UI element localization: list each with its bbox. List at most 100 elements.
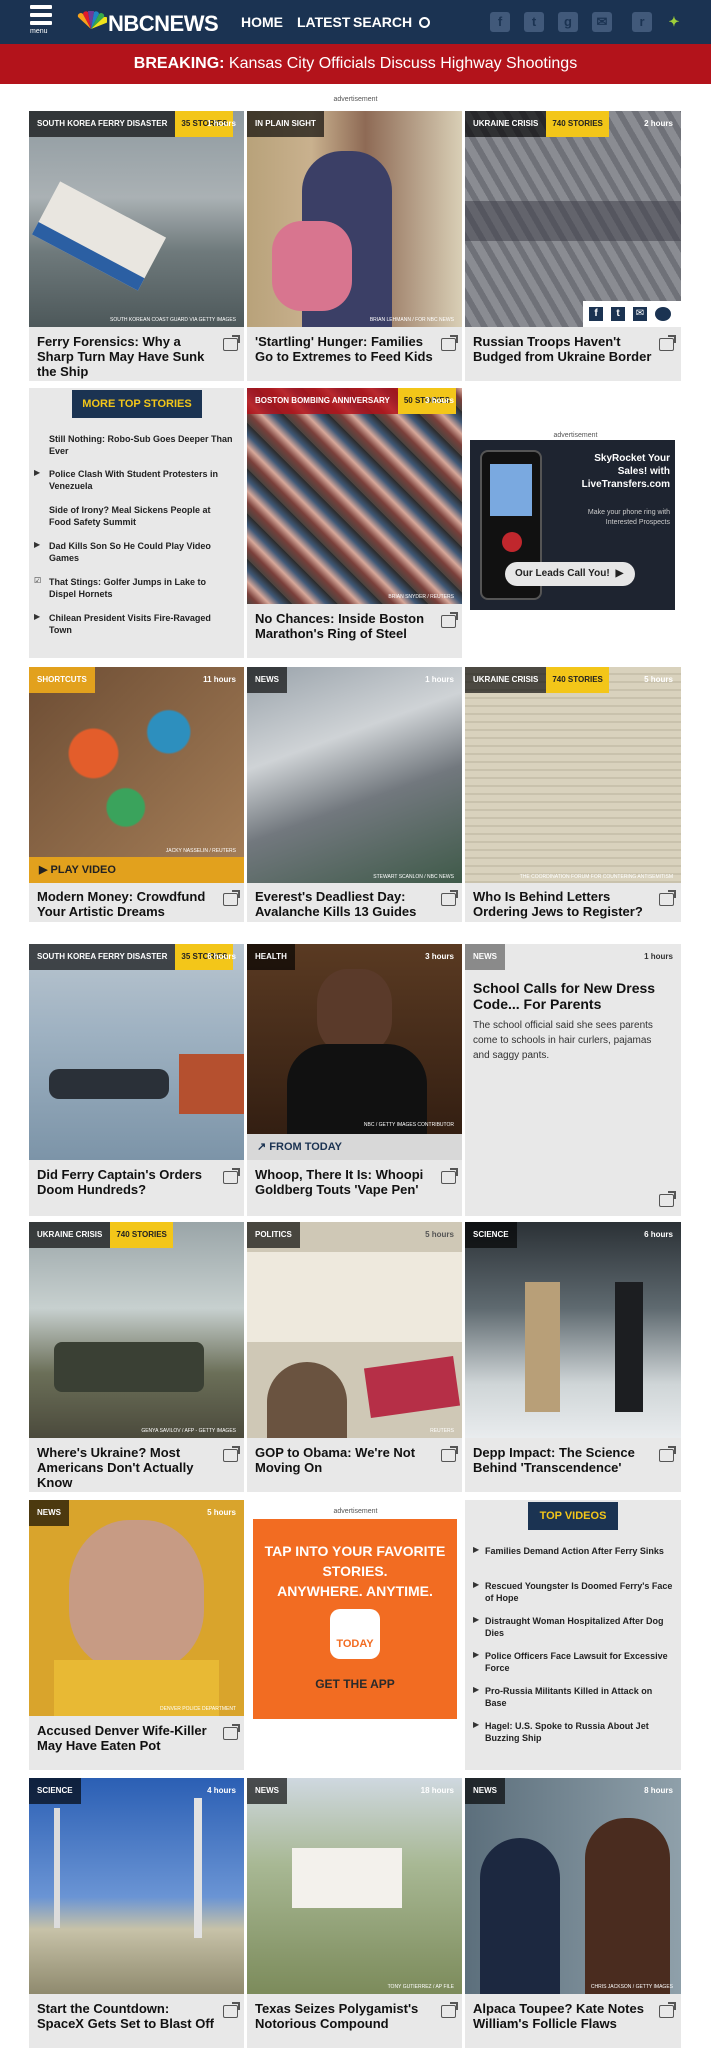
section-tag[interactable]: NEWS	[247, 1778, 287, 1804]
list-item[interactable]: That Stings: Golfer Jumps in Lake to Dis…	[49, 576, 234, 600]
story-headline[interactable]: Accused Denver Wife-Killer May Have Eate…	[37, 1723, 217, 1753]
story-card[interactable]: NEWS 1 hours School Calls for New Dress …	[465, 944, 681, 1216]
share-icon[interactable]	[441, 893, 456, 906]
nav-home[interactable]: HOME	[241, 14, 283, 30]
share-icon[interactable]	[659, 338, 674, 351]
facebook-icon[interactable]: f	[490, 12, 510, 32]
story-card[interactable]: NEWS 18 hours TONY GUTIERREZ / AP FILE T…	[247, 1778, 462, 2048]
story-headline[interactable]: Did Ferry Captain's Orders Doom Hundreds…	[37, 1167, 217, 1197]
section-tag[interactable]: SOUTH KOREA FERRY DISASTER 35 STORIES	[29, 111, 234, 137]
story-card[interactable]: SHORTCUTS 11 hours JACKY NASSELIN / REUT…	[29, 667, 244, 922]
story-card[interactable]: NEWS 1 hours STEWART SCANLON / NBC NEWS …	[247, 667, 462, 922]
story-card[interactable]: POLITICS 5 hours REUTERS GOP to Obama: W…	[247, 1222, 462, 1492]
menu-button[interactable]: menu	[30, 5, 54, 39]
list-item[interactable]: Pro-Russia Militants Killed in Attack on…	[485, 1685, 673, 1709]
section-tag[interactable]: SOUTH KOREA FERRY DISASTER 35 STORIES	[29, 944, 234, 970]
story-card[interactable]: SOUTH KOREA FERRY DISASTER 35 STORIES 6 h…	[29, 944, 244, 1216]
play-video-button[interactable]: ▶ PLAY VIDEO	[29, 857, 244, 883]
share-icon[interactable]	[659, 2005, 674, 2018]
email-icon[interactable]: ✉	[592, 12, 612, 32]
story-headline[interactable]: Texas Seizes Polygamist's Notorious Comp…	[255, 2001, 435, 2031]
share-icon[interactable]	[223, 338, 238, 351]
story-headline[interactable]: Where's Ukraine? Most Americans Don't Ac…	[37, 1445, 217, 1490]
story-headline[interactable]: Start the Countdown: SpaceX Gets Set to …	[37, 2001, 217, 2031]
story-headline[interactable]: Who Is Behind Letters Ordering Jews to R…	[473, 889, 653, 919]
section-tag[interactable]: UKRAINE CRISIS 740 STORIES	[29, 1222, 173, 1248]
list-item[interactable]: Dad Kills Son So He Could Play Video Gam…	[49, 540, 234, 564]
get-the-app-link[interactable]: GET THE APP	[253, 1677, 457, 1691]
share-icon[interactable]	[441, 1171, 456, 1184]
list-item[interactable]: Police Clash With Student Protesters in …	[49, 468, 234, 492]
advertisement-banner[interactable]: SkyRocket Your Sales! with LiveTransfers…	[470, 440, 675, 610]
section-tag[interactable]: UKRAINE CRISIS 740 STORIES	[465, 667, 609, 693]
section-tag[interactable]: NEWS	[465, 1778, 505, 1804]
list-item[interactable]: Distraught Woman Hospitalized After Dog …	[485, 1615, 673, 1639]
share-icon[interactable]	[441, 2005, 456, 2018]
section-tag[interactable]: HEALTH	[247, 944, 295, 970]
email-icon[interactable]: ✉	[633, 307, 647, 321]
section-tag[interactable]: NEWS	[29, 1500, 69, 1526]
section-tag[interactable]: IN PLAIN SIGHT	[247, 111, 324, 137]
section-tag[interactable]: NEWS	[247, 667, 287, 693]
section-tag[interactable]: UKRAINE CRISIS 740 STORIES	[465, 111, 609, 137]
story-card[interactable]: SCIENCE 4 hours Start the Countdown: Spa…	[29, 1778, 244, 2048]
share-icon[interactable]	[441, 338, 456, 351]
section-tag[interactable]: SCIENCE	[29, 1778, 81, 1804]
story-headline[interactable]: No Chances: Inside Boston Marathon's Rin…	[255, 611, 435, 641]
story-card[interactable]: NEWS 8 hours CHRIS JACKSON / GETTY IMAGE…	[465, 1778, 681, 2048]
story-card[interactable]: UKRAINE CRISIS 740 STORIES 5 hours THE CO…	[465, 667, 681, 922]
story-headline[interactable]: Alpaca Toupee? Kate Notes William's Foll…	[473, 2001, 653, 2031]
brand-logo[interactable]: NBCNEWS	[108, 11, 219, 37]
section-tag[interactable]: SHORTCUTS	[29, 667, 95, 693]
share-icon[interactable]	[659, 1194, 674, 1207]
list-item[interactable]: Hagel: U.S. Spoke to Russia About Jet Bu…	[485, 1720, 673, 1744]
share-icon[interactable]	[223, 893, 238, 906]
rss-icon[interactable]: r	[632, 12, 652, 32]
breaking-news-banner[interactable]: BREAKING: Kansas City Officials Discuss …	[0, 44, 711, 84]
today-app-ad[interactable]: TAP INTO YOUR FAVORITE STORIES. ANYWHERE…	[253, 1519, 457, 1719]
story-card[interactable]: UKRAINE CRISIS 740 STORIES 2 hours f t ✉ …	[465, 111, 681, 381]
list-item[interactable]: Rescued Youngster Is Doomed Ferry's Face…	[485, 1580, 673, 1604]
ad-cta-button[interactable]: Our Leads Call You! ▶	[505, 562, 635, 586]
facebook-icon[interactable]: f	[589, 307, 603, 321]
list-item[interactable]: Chilean President Visits Fire-Ravaged To…	[49, 612, 234, 636]
google-plus-icon[interactable]: g	[558, 12, 578, 32]
story-headline[interactable]: Everest's Deadliest Day: Avalanche Kills…	[255, 889, 435, 919]
section-tag[interactable]: NEWS	[465, 944, 505, 970]
share-icon[interactable]	[659, 1449, 674, 1462]
story-card[interactable]: IN PLAIN SIGHT BRIAN LEHMANN / FOR NBC N…	[247, 111, 462, 381]
share-icon[interactable]	[441, 615, 456, 628]
nav-search[interactable]: SEARCH	[353, 14, 431, 30]
share-icon[interactable]	[223, 2005, 238, 2018]
list-item[interactable]: Side of Irony? Meal Sickens People at Fo…	[49, 504, 234, 528]
comment-icon[interactable]	[655, 307, 671, 321]
nav-latest[interactable]: LATEST	[297, 14, 350, 30]
twitter-icon[interactable]: t	[524, 12, 544, 32]
share-icon[interactable]	[223, 1449, 238, 1462]
today-app-icon[interactable]: ✦	[664, 12, 684, 32]
list-item[interactable]: Police Officers Face Lawsuit for Excessi…	[485, 1650, 673, 1674]
story-headline[interactable]: 'Startling' Hunger: Families Go to Extre…	[255, 334, 435, 364]
story-headline[interactable]: Whoop, There It Is: Whoopi Goldberg Tout…	[255, 1167, 435, 1197]
share-icon[interactable]	[223, 1727, 238, 1740]
share-icon[interactable]	[223, 1171, 238, 1184]
story-headline[interactable]: Depp Impact: The Science Behind 'Transce…	[473, 1445, 653, 1475]
story-card[interactable]: HEALTH 3 hours NBC / GETTY IMAGES CONTRI…	[247, 944, 462, 1216]
story-headline[interactable]: Modern Money: Crowdfund Your Artistic Dr…	[37, 889, 217, 919]
list-item[interactable]: Still Nothing: Robo-Sub Goes Deeper Than…	[49, 433, 234, 457]
story-headline[interactable]: Russian Troops Haven't Budged from Ukrai…	[473, 334, 653, 364]
section-tag[interactable]: SCIENCE	[465, 1222, 517, 1248]
story-card[interactable]: SOUTH KOREA FERRY DISASTER 35 STORIES 1 h…	[29, 111, 244, 381]
story-card[interactable]: BOSTON BOMBING ANNIVERSARY 50 STORIES 3 h…	[247, 388, 462, 658]
share-icon[interactable]	[441, 1449, 456, 1462]
story-headline[interactable]: GOP to Obama: We're Not Moving On	[255, 1445, 435, 1475]
story-headline[interactable]: Ferry Forensics: Why a Sharp Turn May Ha…	[37, 334, 217, 379]
section-tag[interactable]: POLITICS	[247, 1222, 300, 1248]
story-card[interactable]: SCIENCE 6 hours Depp Impact: The Science…	[465, 1222, 681, 1492]
list-item[interactable]: Families Demand Action After Ferry Sinks	[485, 1545, 673, 1557]
story-headline[interactable]: School Calls for New Dress Code... For P…	[473, 980, 668, 1012]
share-icon[interactable]	[659, 893, 674, 906]
twitter-icon[interactable]: t	[611, 307, 625, 321]
nbc-peacock-logo-icon[interactable]	[75, 11, 107, 31]
from-today-link[interactable]: ↗ FROM TODAY	[247, 1134, 462, 1160]
